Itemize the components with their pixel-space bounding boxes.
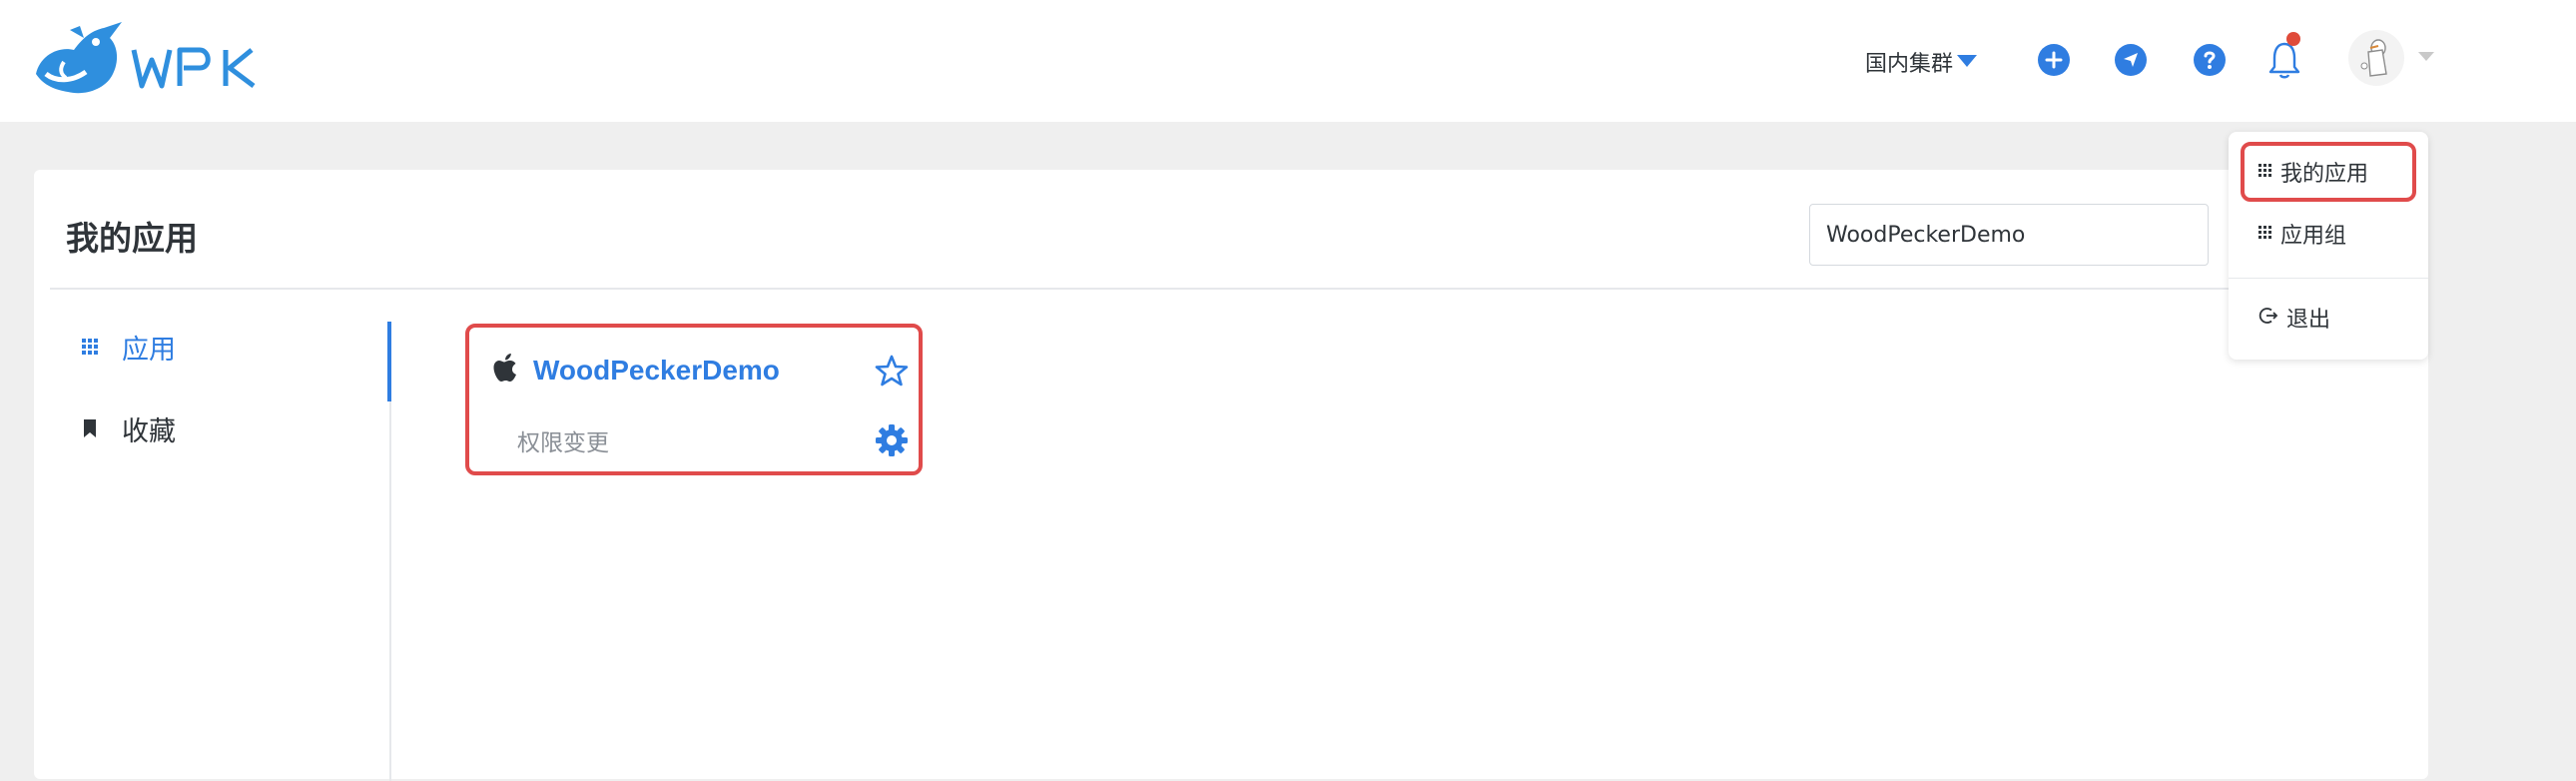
- menu-item-label: 我的应用: [2280, 162, 2369, 187]
- caret-down-icon: [2418, 51, 2434, 61]
- menu-item-label: 退出: [2286, 308, 2331, 333]
- app-card[interactable]: WoodPeckerDemo 权限变更: [465, 324, 923, 475]
- cluster-selector[interactable]: 国内集群: [1865, 44, 1978, 80]
- active-indicator: [387, 322, 391, 401]
- caret-down-icon: [1957, 55, 1978, 67]
- sidebar-item-label: 收藏: [122, 415, 176, 447]
- app-name: WoodPeckerDemo: [533, 355, 780, 386]
- grid-icon: [2258, 163, 2272, 182]
- menu-item-my-apps[interactable]: 我的应用: [2258, 152, 2368, 192]
- bookmark-icon: [80, 418, 100, 438]
- sidebar-item-apps[interactable]: 应用: [80, 322, 176, 372]
- star-icon[interactable]: [875, 354, 909, 391]
- menu-item-app-groups[interactable]: 应用组: [2258, 214, 2346, 254]
- menu-divider: [2229, 278, 2428, 279]
- grid-icon: [2258, 225, 2272, 244]
- help-icon[interactable]: [2194, 44, 2226, 76]
- user-menu-trigger[interactable]: [2348, 30, 2434, 86]
- cluster-label: 国内集群: [1865, 52, 1954, 77]
- menu-item-logout[interactable]: 退出: [2258, 298, 2330, 338]
- app-card-header: WoodPeckerDemo: [493, 354, 780, 388]
- plus-circle-icon[interactable]: [2038, 44, 2070, 76]
- send-icon[interactable]: [2115, 44, 2147, 76]
- main-card: 我的应用 应用 收藏: [34, 170, 2428, 781]
- search-input[interactable]: [1809, 204, 2209, 266]
- notification-dot: [2286, 32, 2300, 46]
- grid-icon: [80, 338, 100, 356]
- app-permission-change: 权限变更: [517, 430, 609, 456]
- sidebar-item-favorites[interactable]: 收藏: [80, 403, 176, 453]
- sidebar-divider: [389, 401, 391, 781]
- header-divider: [50, 288, 2426, 290]
- top-bar: 国内集群: [0, 0, 2576, 122]
- bell-icon[interactable]: [2266, 32, 2302, 80]
- sidebar-item-label: 应用: [122, 334, 176, 366]
- wpk-logo[interactable]: [30, 16, 270, 100]
- avatar: [2348, 30, 2404, 86]
- menu-item-label: 应用组: [2280, 224, 2347, 249]
- logout-icon: [2258, 306, 2278, 330]
- apple-icon: [493, 354, 519, 388]
- page-title: 我的应用: [66, 219, 198, 258]
- gear-icon[interactable]: [875, 423, 909, 461]
- user-dropdown-menu: 我的应用 应用组 退出: [2229, 132, 2428, 360]
